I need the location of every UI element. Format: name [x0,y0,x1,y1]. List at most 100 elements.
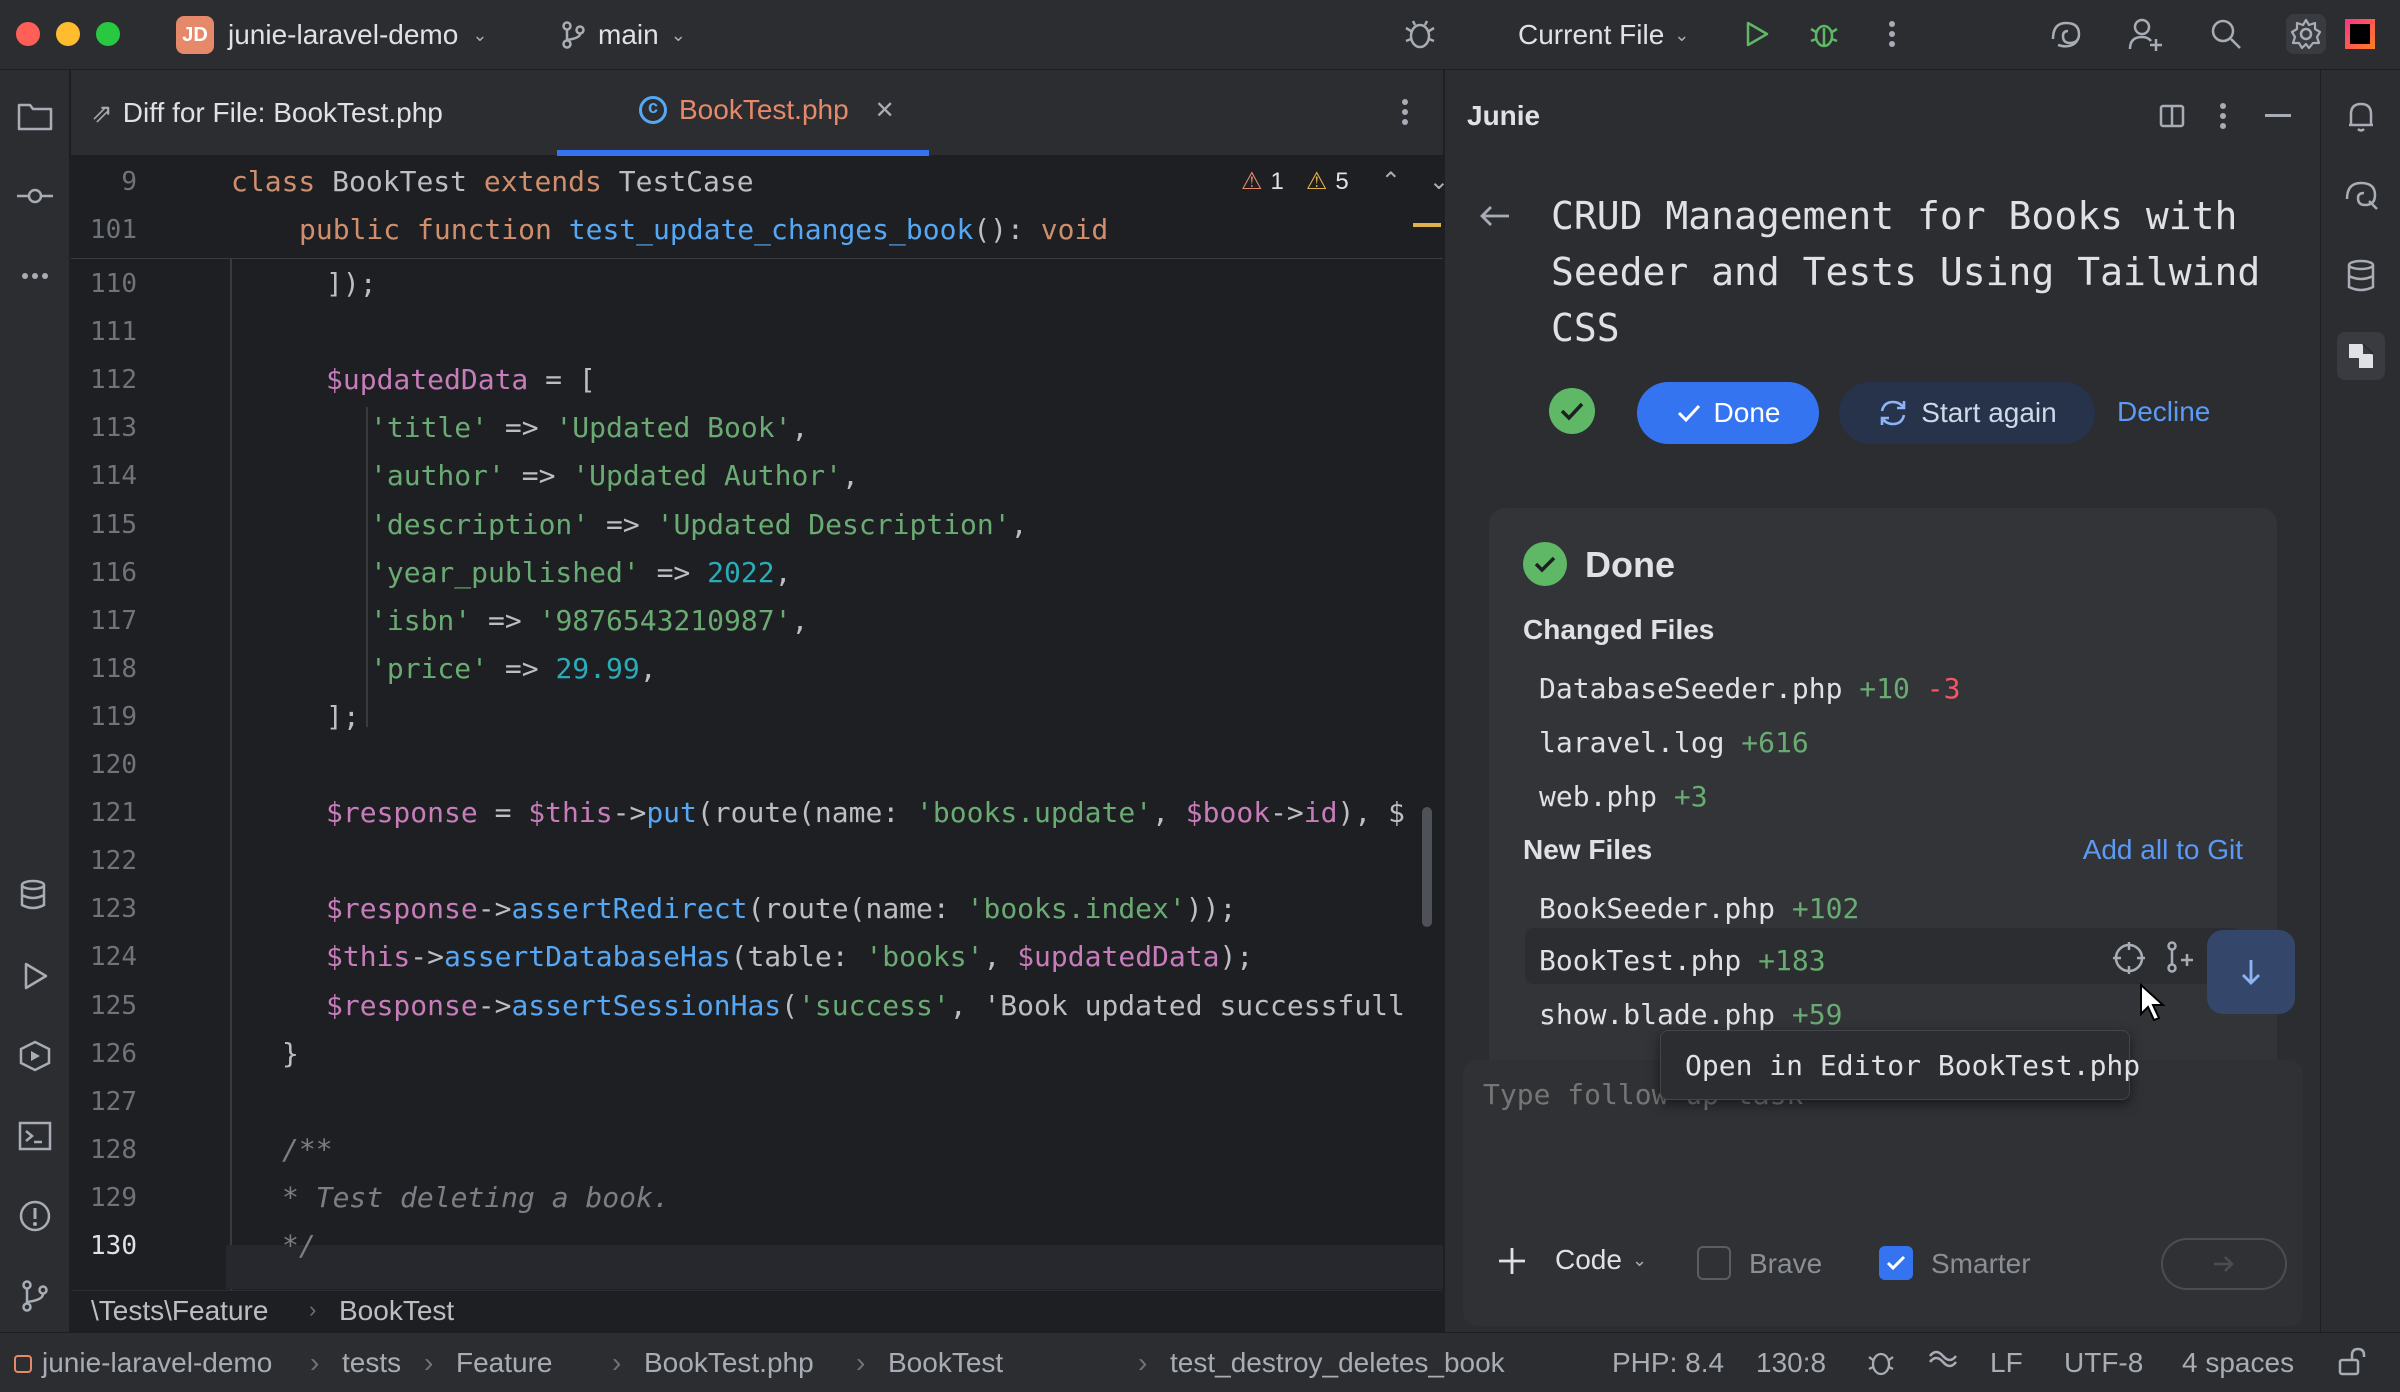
code-line[interactable]: 'price' => 29.99, [370,652,657,685]
title-bar: JD junie-laravel-demo ⌄ main ⌄ Current F… [0,0,2400,70]
read-only-lock-icon[interactable] [2336,1347,2366,1384]
start-again-button[interactable]: Start again [1839,382,2095,444]
git-icon[interactable] [11,1272,59,1320]
scroll-to-bottom-button[interactable] [2207,930,2295,1014]
maximize-window-button[interactable] [96,22,120,46]
minimize-panel-icon[interactable] [2265,114,2291,117]
mode-selector[interactable]: Code ⌄ [1555,1244,1647,1276]
code-line[interactable]: 'author' => 'Updated Author', [370,459,859,492]
code-line[interactable]: 'year_published' => 2022, [370,556,791,589]
status-path-segment[interactable]: BookTest.php [644,1347,814,1379]
more-horizontal-icon[interactable] [11,252,59,300]
jetbrains-logo-icon[interactable] [2340,14,2380,54]
new-file-item[interactable]: BookTest.php +183 [1539,944,1826,977]
git-add-file-icon[interactable] [2165,940,2195,979]
commit-icon[interactable] [11,172,59,220]
code-line[interactable]: } [282,1037,299,1070]
run-icon[interactable] [1736,14,1776,54]
split-view-icon[interactable] [2159,104,2185,133]
tab-booktest-php[interactable]: c BookTest.php ✕ [557,70,929,156]
more-vertical-icon[interactable] [1872,14,1912,54]
close-tab-icon[interactable]: ✕ [875,96,895,125]
line-number: 9 [121,167,137,197]
breadcrumb-class[interactable]: BookTest [339,1295,454,1327]
code-line[interactable]: $response->assertRedirect(route(name: 'b… [326,892,1236,925]
changed-file-item[interactable]: DatabaseSeeder.php +10 -3 [1539,672,1960,705]
add-user-icon[interactable] [2126,14,2166,54]
smarter-checkbox[interactable] [1879,1246,1913,1280]
project-selector[interactable]: JD junie-laravel-demo ⌄ [176,14,487,56]
sticky-code-line[interactable]: public function test_update_changes_book… [299,213,1108,246]
code-line[interactable]: ]); [326,267,377,300]
tab-options-icon[interactable] [1401,98,1409,131]
status-php-version[interactable]: PHP: 8.4 [1612,1347,1724,1379]
code-line[interactable]: $updatedData = [ [326,363,596,396]
junie-panel-title: Junie [1467,100,1541,131]
inspection-widget[interactable]: ⚠ 1 ⚠ 5 ⌃ ⌄ [1241,167,1449,196]
sticky-code-line[interactable]: class BookTest extends TestCase [231,165,754,198]
more-vertical-icon[interactable] [2219,102,2227,135]
code-line[interactable]: * Test deleting a book. [282,1181,670,1214]
done-button[interactable]: Done [1637,382,1819,444]
send-button[interactable] [2161,1238,2287,1290]
minimize-window-button[interactable] [56,22,80,46]
code-line[interactable]: ]; [326,700,360,733]
code-line[interactable]: */ [282,1229,316,1262]
debug-icon[interactable] [1804,14,1844,54]
editor-scrollbar[interactable] [1422,807,1432,927]
code-line[interactable]: $response = $this->put(route(name: 'book… [326,796,1405,829]
ai-assistant-icon[interactable] [2046,14,2086,54]
decline-link[interactable]: Decline [2117,396,2210,428]
status-path-segment[interactable]: test_destroy_deletes_book [1170,1347,1505,1379]
problems-icon[interactable] [11,1192,59,1240]
settings-gear-icon[interactable] [2286,14,2326,54]
breadcrumb-namespace[interactable]: \Tests\Feature [91,1295,268,1327]
power-save-icon[interactable] [1928,1349,1958,1381]
ai-chat-icon[interactable] [2337,172,2385,220]
branch-selector[interactable]: main ⌄ [560,14,686,56]
new-file-item[interactable]: BookSeeder.php +102 [1539,892,1859,925]
code-line[interactable]: 'description' => 'Updated Description', [370,508,1027,541]
changed-file-item[interactable]: web.php +3 [1539,780,1708,813]
line-number: 111 [90,317,137,348]
status-cursor-position[interactable]: 130:8 [1756,1347,1826,1379]
code-line[interactable]: 'isbn' => '9876543210987', [370,604,808,637]
new-file-item[interactable]: show.blade.php +59 [1539,998,1842,1031]
notifications-bell-icon[interactable] [2337,92,2385,140]
status-path-segment[interactable]: Feature [456,1347,553,1379]
code-editor[interactable]: ]); $updatedData = [ 'title' => 'Updated B… [226,157,1443,1290]
junie-icon[interactable] [2337,332,2385,380]
debug-bug-icon[interactable] [1400,14,1440,54]
debugger-status-icon[interactable] [1866,1347,1896,1384]
project-folder-icon[interactable] [11,92,59,140]
line-number: 110 [90,269,137,299]
code-line[interactable]: 'title' => 'Updated Book', [370,411,808,444]
prev-highlight-icon[interactable]: ⌃ [1381,167,1401,196]
close-window-button[interactable] [16,22,40,46]
next-highlight-icon[interactable]: ⌄ [1429,167,1449,196]
tab-diff-booktest[interactable]: ⇗ Diff for File: BookTest.php [91,70,443,156]
open-in-editor-icon[interactable] [2111,940,2147,981]
status-path-segment[interactable]: BookTest [888,1347,1003,1379]
back-arrow-icon[interactable] [1479,204,1511,233]
status-path-segment[interactable]: junie-laravel-demo [42,1347,272,1379]
run-config-selector[interactable]: Current File ⌄ [1518,14,1689,56]
code-line[interactable]: /** [282,1133,333,1166]
code-line[interactable]: $response->assertSessionHas('success', '… [326,989,1405,1022]
add-context-icon[interactable] [1497,1246,1527,1281]
status-indent[interactable]: 4 spaces [2182,1347,2294,1379]
status-encoding[interactable]: UTF-8 [2064,1347,2143,1379]
services-icon[interactable] [11,1032,59,1080]
status-line-ending[interactable]: LF [1990,1347,2023,1379]
add-all-to-git-link[interactable]: Add all to Git [2083,834,2243,866]
search-icon[interactable] [2206,14,2246,54]
brave-checkbox[interactable] [1697,1246,1731,1280]
database-services-icon[interactable] [11,872,59,920]
database-icon[interactable] [2337,252,2385,300]
run-tool-icon[interactable] [11,952,59,1000]
warning-marker[interactable] [1413,223,1441,227]
terminal-icon[interactable] [11,1112,59,1160]
code-line[interactable]: $this->assertDatabaseHas(table: 'books',… [326,940,1253,973]
status-path-segment[interactable]: tests [342,1347,401,1379]
changed-file-item[interactable]: laravel.log +616 [1539,726,1809,759]
